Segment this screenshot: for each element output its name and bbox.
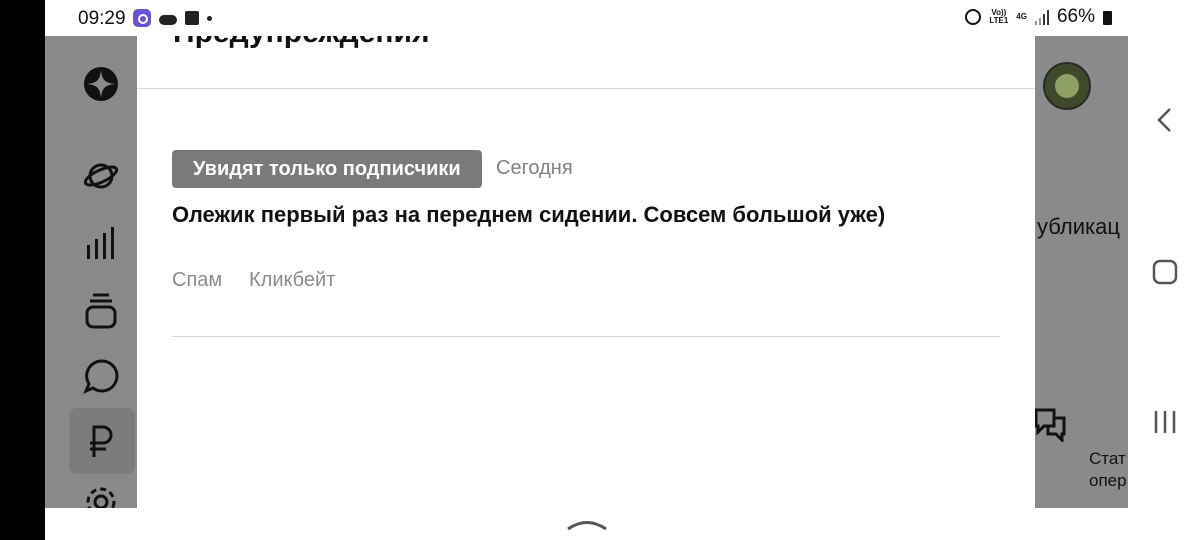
- signal-icon: [1034, 9, 1049, 25]
- modal-title: Предупреждения: [173, 36, 429, 50]
- app-notification-icon: [133, 9, 151, 27]
- settings-gear-icon[interactable]: [81, 484, 121, 508]
- warnings-modal: Предупреждения Увидят только подписчики …: [137, 36, 1035, 508]
- home-icon[interactable]: [1148, 255, 1182, 289]
- item-divider: [172, 336, 1000, 337]
- reason-tag: Кликбейт: [249, 269, 336, 291]
- avatar[interactable]: [1043, 62, 1091, 110]
- system-nav-bar: [1128, 36, 1200, 508]
- header-divider: [137, 88, 1035, 89]
- ruble-icon[interactable]: [81, 421, 121, 461]
- lte-label: LTE1: [989, 16, 1009, 25]
- stats-label-line2: опер: [1089, 471, 1127, 490]
- visibility-badge: Увидят только подписчики: [172, 150, 482, 188]
- more-notifications-dot-icon: [207, 15, 212, 21]
- screen-edge: [0, 0, 45, 540]
- modal-header: Предупреждения: [137, 36, 1035, 88]
- notification-icons: [133, 9, 212, 27]
- stats-label-line1: Стат: [1089, 449, 1126, 468]
- publications-label: убликац: [1037, 214, 1120, 239]
- planet-icon[interactable]: [81, 156, 121, 196]
- stats-label: Стат опер: [1089, 448, 1127, 492]
- recent-apps-icon[interactable]: [1148, 405, 1182, 439]
- reason-tag: Спам: [172, 269, 223, 291]
- chat-bubble-icon[interactable]: [81, 356, 121, 396]
- volte-indicator: Vo)) LTE1: [989, 9, 1008, 25]
- network-type: 4G: [1016, 12, 1027, 21]
- status-bar: 09:29 Vo)) LTE1 4G 66%: [45, 0, 1200, 36]
- cloud-icon: [159, 14, 177, 25]
- star-logo-icon[interactable]: [81, 64, 121, 104]
- feedback-icon[interactable]: [1030, 404, 1070, 444]
- warning-date: Сегодня: [496, 157, 573, 179]
- gift-icon: [185, 11, 199, 25]
- stack-icon[interactable]: [81, 291, 121, 331]
- battery-icon: [1103, 11, 1112, 25]
- bar-chart-icon[interactable]: [81, 223, 121, 263]
- status-time: 09:29: [78, 8, 126, 29]
- post-text[interactable]: Олежик первый раз на переднем сидении. С…: [172, 201, 892, 229]
- bottom-bar: [45, 508, 1200, 540]
- screen: 09:29 Vo)) LTE1 4G 66% убликац Стат опер…: [0, 0, 1200, 540]
- system-icons: Vo)) LTE1 4G 66%: [965, 6, 1112, 28]
- alarm-icon: [965, 9, 982, 25]
- back-icon[interactable]: [1148, 103, 1182, 137]
- battery-percent: 66%: [1056, 6, 1095, 27]
- chevron-up-icon[interactable]: [566, 518, 608, 532]
